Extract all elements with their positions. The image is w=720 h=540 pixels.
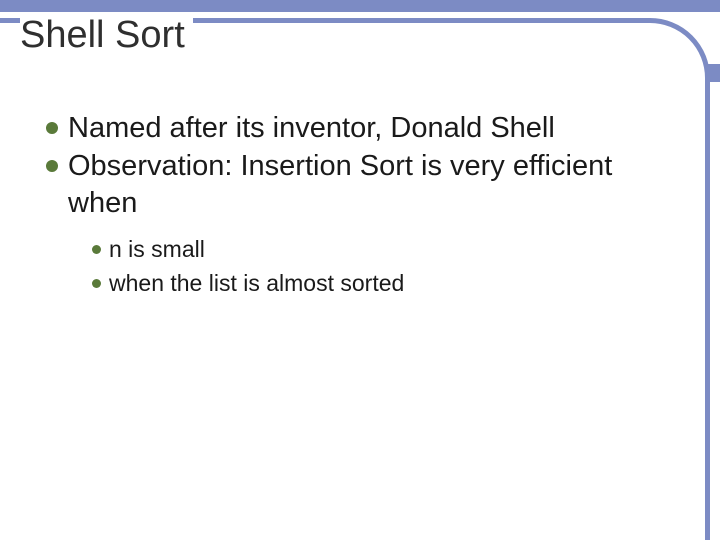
bullet-dot-icon — [46, 122, 58, 134]
bullet-text: Named after its inventor, Donald Shell — [68, 110, 555, 146]
bullet-dot-icon — [92, 245, 101, 254]
bullet-item: Observation: Insertion Sort is very effi… — [46, 148, 680, 221]
bullet-text: Observation: Insertion Sort is very effi… — [68, 148, 680, 221]
sub-bullet-item: n is small — [92, 235, 680, 265]
bullet-dot-icon — [92, 279, 101, 288]
slide-frame: Shell Sort Named after its inventor, Don… — [0, 0, 720, 540]
sub-bullet-list: n is small when the list is almost sorte… — [92, 235, 680, 299]
sub-bullet-item: when the list is almost sorted — [92, 269, 680, 299]
slide-title: Shell Sort — [20, 14, 193, 57]
slide-content: Named after its inventor, Donald Shell O… — [46, 110, 680, 303]
top-accent-bar — [0, 0, 720, 12]
bullet-dot-icon — [46, 160, 58, 172]
sub-bullet-text: when the list is almost sorted — [109, 269, 404, 299]
sub-bullet-text: n is small — [109, 235, 205, 265]
bullet-item: Named after its inventor, Donald Shell — [46, 110, 680, 146]
